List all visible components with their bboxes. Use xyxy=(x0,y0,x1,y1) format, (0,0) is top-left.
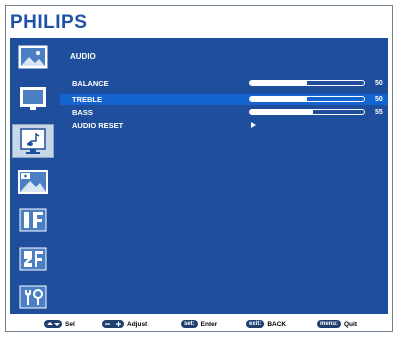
balance-slider[interactable] xyxy=(249,80,365,86)
up-down-icon xyxy=(44,320,62,328)
tools-icon xyxy=(19,285,47,309)
menu-row-label: TREBLE xyxy=(72,95,102,104)
footer-help-bar: Sel Adjust set: Enter exit: BACK menu: Q… xyxy=(10,318,388,331)
sidebar-item-audio[interactable] xyxy=(12,124,54,158)
menu-row-treble[interactable]: TREBLE 50 xyxy=(60,94,388,105)
bass-slider[interactable] xyxy=(249,109,365,115)
sidebar-item-screen[interactable] xyxy=(16,84,50,112)
slider-fill xyxy=(250,97,307,101)
treble-slider[interactable] xyxy=(249,96,365,102)
footer-back: exit: BACK xyxy=(246,319,286,329)
sidebar-item-pip[interactable] xyxy=(16,168,50,196)
menu-title: AUDIO xyxy=(70,52,96,61)
pip-icon xyxy=(18,170,48,194)
slider-fill xyxy=(250,110,313,114)
audio-icon xyxy=(20,128,46,154)
slider-fill xyxy=(250,81,307,85)
configuration2-icon xyxy=(19,247,47,271)
configuration1-icon xyxy=(19,208,47,232)
brand-logo: PHILIPS xyxy=(10,12,88,33)
menu-row-bass[interactable]: BASS 55 xyxy=(60,107,388,118)
menu-row-audio-reset[interactable]: AUDIO RESET xyxy=(60,120,388,131)
set-key: set: xyxy=(181,320,198,328)
footer-adjust: Adjust xyxy=(102,319,147,329)
footer-quit-label: Quit xyxy=(344,320,357,328)
footer-quit: menu: Quit xyxy=(317,319,357,329)
menu-row-balance[interactable]: BALANCE 50 xyxy=(60,78,388,89)
sidebar-item-configuration1[interactable] xyxy=(16,206,50,234)
footer-sel: Sel xyxy=(44,319,75,329)
menu-row-value: 55 xyxy=(375,109,383,116)
footer-enter-label: Enter xyxy=(200,320,218,328)
plus-minus-icon xyxy=(102,320,124,328)
footer-sel-label: Sel xyxy=(65,320,75,328)
exit-key: exit: xyxy=(246,320,265,328)
picture-icon xyxy=(17,44,49,70)
menu-row-label: BASS xyxy=(72,108,93,117)
sidebar xyxy=(10,38,58,314)
screen-icon xyxy=(20,87,46,110)
sidebar-item-picture[interactable] xyxy=(16,43,50,71)
footer-adjust-label: Adjust xyxy=(127,320,148,328)
sidebar-item-tools[interactable] xyxy=(16,283,50,311)
sidebar-item-configuration2[interactable] xyxy=(16,245,50,273)
osd-panel: AUDIO BALANCE 50 TREBLE 50 BASS 55 AUDIO… xyxy=(10,38,388,314)
footer-back-label: BACK xyxy=(267,320,287,328)
footer-enter: set: Enter xyxy=(181,319,217,329)
arrow-right-icon xyxy=(251,122,256,128)
menu-row-value: 50 xyxy=(375,96,383,103)
menu-row-label: AUDIO RESET xyxy=(72,121,124,130)
menu-row-label: BALANCE xyxy=(72,79,109,88)
menu-row-value: 50 xyxy=(375,80,383,87)
menu-key: menu: xyxy=(317,320,341,328)
osd-window: PHILIPS AUDIO BALANCE 50 TREBLE 50 BASS … xyxy=(5,5,393,332)
